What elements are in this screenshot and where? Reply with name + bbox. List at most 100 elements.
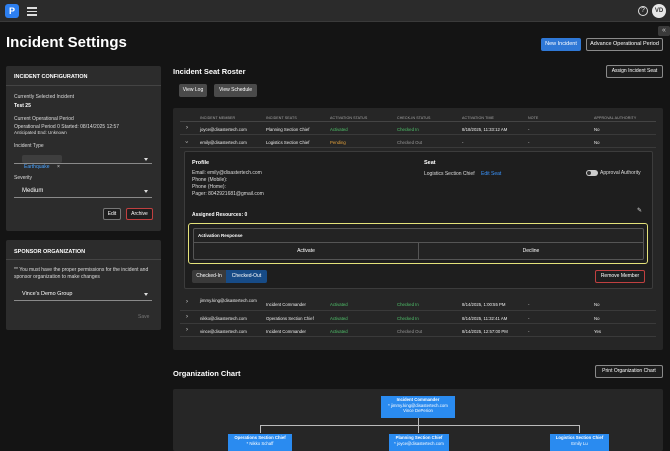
- expand-row-icon[interactable]: ›: [186, 327, 188, 333]
- seat-cell: Incident Commander: [266, 329, 306, 334]
- view-schedule-button[interactable]: View Schedule: [214, 84, 257, 97]
- chevron-down-icon[interactable]: [144, 190, 148, 193]
- connector-line: [260, 425, 261, 433]
- column-header[interactable]: INCIDENT MEMBER: [200, 116, 235, 120]
- incident-type-label: Incident Type: [14, 143, 44, 149]
- app-logo[interactable]: P: [5, 4, 19, 18]
- op-period-label: Current Operational Period: [14, 116, 74, 122]
- incident-configuration-heading: INCIDENT CONFIGURATION: [14, 74, 88, 80]
- connector-line: [579, 425, 580, 433]
- print-org-chart-button[interactable]: Print Organization Chart: [595, 365, 663, 378]
- activation-status-cell: Activated: [330, 302, 348, 307]
- connector-line: [418, 418, 419, 425]
- activation-response-heading: Activation Response: [198, 233, 243, 238]
- profile-phone-mobile: Phone (Mobile):: [192, 177, 228, 183]
- roster-title: Incident Seat Roster: [173, 67, 246, 76]
- org-node-operations-section-chief[interactable]: Operations Section Chief * Nikko Schaff: [228, 434, 292, 451]
- decline-button[interactable]: Decline: [419, 243, 643, 259]
- activate-button[interactable]: Activate: [194, 243, 418, 259]
- member-cell: joyce@disastertech.com: [200, 127, 247, 132]
- incident-type-chip[interactable]: Earthquake ×: [22, 155, 62, 170]
- note-cell: -: [528, 127, 530, 132]
- column-header[interactable]: CHECK-IN STATUS: [397, 116, 431, 120]
- org-node-title: Planning Section Chief: [395, 435, 443, 440]
- anticipated-end: Anticipated End: Unknown: [14, 130, 67, 135]
- collapse-panel-icon[interactable]: «: [658, 26, 670, 36]
- expand-row-icon[interactable]: ›: [186, 125, 188, 131]
- checked-out-toggle[interactable]: Checked-Out: [226, 270, 267, 283]
- org-node-planning-section-chief[interactable]: Planning Section Chief * joyce@disastert…: [389, 434, 449, 451]
- profile-email: Email: emily@disastertech.com: [192, 170, 262, 176]
- activation-time-cell: 8/14/2025, 11:32:41 AM: [462, 316, 508, 321]
- archive-button[interactable]: Archive: [126, 208, 153, 220]
- checked-in-toggle[interactable]: Checked-In: [192, 270, 226, 283]
- activation-status-cell: Activated: [330, 316, 348, 321]
- column-header[interactable]: INCIDENT SEATS: [266, 116, 297, 120]
- checkin-status-cell: Checked Out: [397, 329, 423, 334]
- selected-incident-value: Test 25: [14, 103, 31, 109]
- member-cell: emily@disastertech.com: [200, 140, 247, 145]
- member-cell: vince@disastertech.com: [200, 329, 247, 334]
- approval-cell: No: [594, 302, 600, 307]
- column-header[interactable]: ACTIVATION STATUS: [330, 116, 367, 120]
- save-button[interactable]: Save: [138, 314, 149, 320]
- org-node-line: Vince DePerion: [403, 408, 433, 413]
- approval-authority-label: Approval Authority: [600, 170, 641, 176]
- org-node-line: * Nikko Schaff: [246, 440, 274, 446]
- help-icon[interactable]: ?: [638, 6, 648, 16]
- edit-pencil-icon[interactable]: ✎: [637, 207, 642, 214]
- edit-button[interactable]: Edit: [103, 208, 121, 220]
- column-header[interactable]: APPROVAL AUTHORITY: [594, 116, 636, 120]
- assign-incident-seat-button[interactable]: Assign Incident Seat: [606, 65, 663, 78]
- divider: [6, 85, 161, 86]
- member-cell: nikko@disastertech.com: [200, 316, 247, 321]
- seat-heading: Seat: [424, 160, 436, 166]
- chevron-down-icon[interactable]: [144, 293, 148, 296]
- sponsor-organization-heading: SPONSOR ORGANIZATION: [14, 249, 86, 255]
- column-header[interactable]: NOTE: [528, 116, 538, 120]
- expand-row-icon[interactable]: ›: [186, 314, 188, 320]
- checkin-status-cell: Checked Out: [397, 140, 423, 145]
- activation-time-cell: 8/14/2025, 12:57:00 PM: [462, 329, 508, 334]
- hamburger-menu-icon[interactable]: [27, 5, 37, 17]
- assigned-resources: Assigned Resources: 0: [192, 212, 248, 218]
- org-node-incident-commander[interactable]: Incident Commander * jimmy.king@disaster…: [381, 396, 455, 418]
- approval-cell: No: [594, 140, 600, 145]
- profile-phone-home: Phone (Home):: [192, 184, 226, 190]
- seat-cell: Incident Commander: [266, 302, 306, 307]
- remove-member-button[interactable]: Remove Member: [595, 270, 645, 283]
- selected-incident-label: Currently Selected Incident: [14, 94, 75, 100]
- org-node-logistics-section-chief[interactable]: Logistics Section Chief Emily Lu: [550, 434, 609, 451]
- top-bar: P ? VD: [0, 0, 670, 22]
- connector-line: [260, 425, 580, 426]
- column-header[interactable]: ACTIVATION TIME: [462, 116, 494, 120]
- expand-row-icon[interactable]: ›: [186, 299, 188, 305]
- org-node-line: Emily Lu: [571, 440, 588, 446]
- divider: [6, 259, 161, 260]
- note-cell: -: [528, 140, 530, 145]
- activation-status-cell: Pending: [330, 140, 346, 145]
- activation-status-cell: Activated: [330, 127, 348, 132]
- page-title: Incident Settings: [6, 34, 127, 51]
- checkin-status-cell: Checked In: [397, 302, 419, 307]
- seat-value: Logistics Section Chief: [424, 171, 475, 177]
- chip-remove-icon[interactable]: ×: [57, 164, 60, 170]
- profile-heading: Profile: [192, 160, 210, 166]
- seat-cell: Logistics Section Chief: [266, 140, 310, 145]
- new-incident-button[interactable]: New Incident: [541, 38, 581, 51]
- activation-time-cell: 8/18/2025, 11:33:12 AM: [462, 127, 508, 132]
- collapse-row-icon[interactable]: ›: [183, 141, 189, 143]
- advance-operational-period-button[interactable]: Advance Operational Period: [586, 38, 663, 51]
- profile-pager: Pager: 8042921681@gmail.com: [192, 191, 264, 197]
- chevron-down-icon[interactable]: [144, 158, 148, 161]
- sponsor-org-value: Vince's Demo Group: [22, 291, 73, 297]
- user-avatar[interactable]: VD: [652, 4, 666, 18]
- severity-label: Severity: [14, 175, 33, 181]
- seat-cell: Planning Section Chief: [266, 127, 310, 132]
- note-cell: -: [528, 316, 530, 321]
- approval-cell: No: [594, 127, 600, 132]
- seat-cell: Operations Section Chief: [266, 316, 314, 321]
- view-log-button[interactable]: View Log: [179, 84, 207, 97]
- approval-authority-toggle[interactable]: [586, 170, 598, 176]
- edit-seat-link[interactable]: Edit Seat: [481, 171, 501, 177]
